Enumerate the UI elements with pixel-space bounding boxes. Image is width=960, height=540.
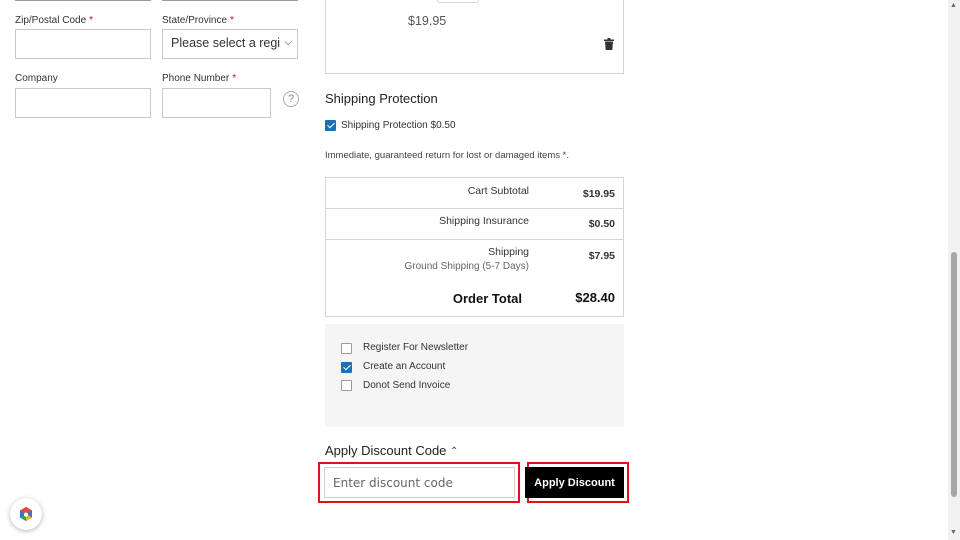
no-invoice-label[interactable]: Donot Send Invoice [363,380,450,391]
shipping-protection-note: Immediate, guaranteed return for lost or… [325,150,569,161]
shipping-label: Shipping [488,246,529,258]
insurance-value: $0.50 [588,218,615,230]
no-invoice-checkbox[interactable] [341,380,352,391]
state-label: State/Province * [162,15,234,26]
shipping-protection-title: Shipping Protection [325,91,438,106]
required-mark: * [89,15,94,26]
scroll-up-arrow-icon[interactable]: ▲ [950,2,957,9]
shipping-protection-label[interactable]: Shipping Protection $0.50 [341,120,456,131]
apply-discount-button[interactable]: Apply Discount [525,467,624,498]
create-account-label[interactable]: Create an Account [363,361,445,372]
order-total-value: $28.40 [575,290,615,305]
phone-input[interactable] [162,88,271,118]
scroll-down-arrow-icon[interactable]: ▼ [950,529,957,536]
required-mark: * [230,15,234,26]
state-select-value: Please select a regi [171,36,281,50]
subtotal-label: Cart Subtotal [467,185,529,197]
insurance-label: Shipping Insurance [439,215,529,227]
order-total-label: Order Total [452,291,522,306]
create-account-checkbox[interactable] [341,362,352,373]
newsletter-checkbox[interactable] [341,343,352,354]
subtotal-row: Cart Subtotal $19.95 [326,178,623,209]
discount-code-input[interactable] [324,467,515,498]
state-select[interactable]: Please select a regi ⌵ [162,29,298,59]
insurance-row: Shipping Insurance $0.50 [326,209,623,240]
item-price: $19.95 [408,14,447,28]
order-totals-table: Cart Subtotal $19.95 Shipping Insurance … [325,177,624,317]
company-label: Company [15,73,58,84]
floating-assistant-button[interactable] [10,498,42,530]
required-mark: * [232,73,237,84]
trash-icon[interactable] [604,38,614,50]
zip-label: Zip/Postal Code * [15,15,94,26]
company-input[interactable] [15,88,151,118]
discount-title[interactable]: Apply Discount Code [325,443,446,458]
scrollbar-thumb[interactable] [951,252,957,497]
city-input-bottom-edge [162,0,298,1]
quantity-field-edge[interactable] [437,0,479,3]
cart-item-card: $19.95 [325,0,624,74]
phone-label: Phone Number * [162,73,237,84]
chevron-up-icon[interactable]: ⌃ [450,446,458,457]
assistant-logo-icon [20,507,32,521]
shipping-protection-checkbox[interactable] [325,120,336,131]
chevron-down-icon: ⌵ [282,37,292,48]
shipping-value: $7.95 [588,250,615,262]
newsletter-label[interactable]: Register For Newsletter [363,342,468,353]
checkout-options-panel: Register For Newsletter Create an Accoun… [325,324,624,427]
zip-input[interactable] [15,29,151,59]
help-icon[interactable]: ? [283,91,299,107]
subtotal-value: $19.95 [582,188,615,200]
zip-input-bottom-edge [15,0,151,1]
shipping-method: Ground Shipping (5-7 Days) [404,261,529,272]
